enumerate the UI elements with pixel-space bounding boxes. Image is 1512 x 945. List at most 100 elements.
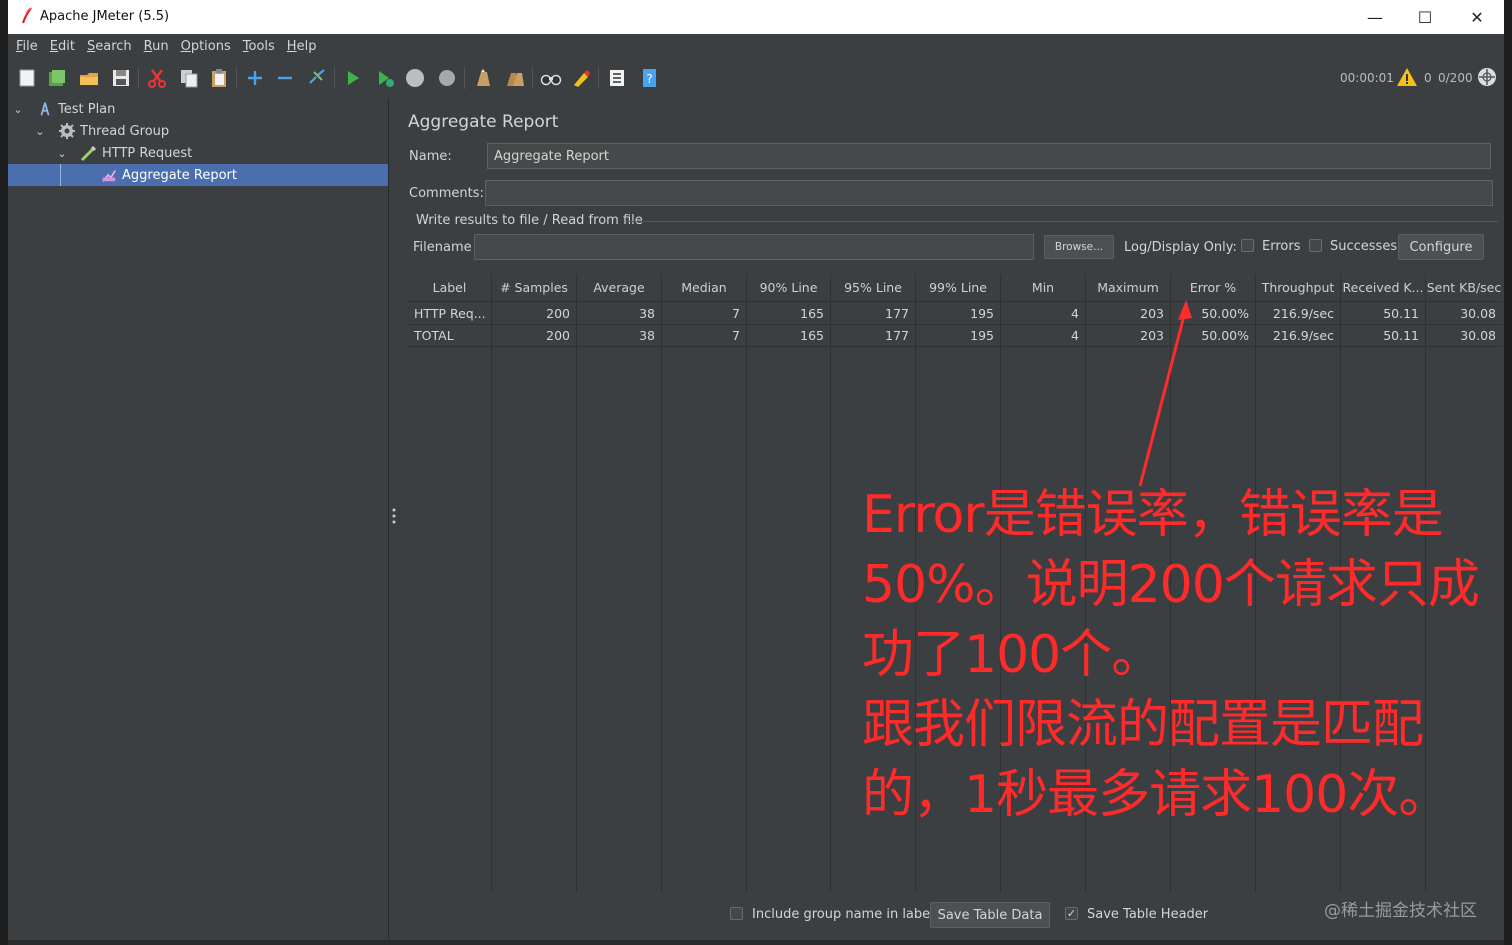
table-cell: 4 bbox=[1001, 324, 1086, 346]
filename-input[interactable] bbox=[474, 234, 1034, 260]
annotation-line: Error是错误率，错误率是 bbox=[862, 485, 1444, 545]
save-table-header-checkbox[interactable]: ✓ bbox=[1065, 907, 1078, 920]
left-edge-strip bbox=[0, 0, 8, 945]
comments-input[interactable] bbox=[485, 180, 1493, 206]
column-header[interactable]: Average bbox=[577, 274, 662, 302]
drag-handle-icon[interactable] bbox=[392, 508, 396, 524]
annotation-arrow-icon bbox=[1138, 300, 1192, 487]
maximize-button[interactable]: ☐ bbox=[1402, 0, 1448, 34]
window-title: Apache JMeter (5.5) bbox=[40, 9, 170, 24]
active-threads: 0/200 bbox=[1438, 71, 1473, 85]
tree-item-thread-group[interactable]: ⌄ Thread Group bbox=[8, 120, 388, 142]
column-header[interactable]: Received K... bbox=[1341, 274, 1426, 302]
menu-options-label: ptions bbox=[190, 38, 231, 54]
menu-search-mnemonic: S bbox=[86, 38, 96, 54]
successes-checkbox[interactable] bbox=[1309, 239, 1322, 252]
tree-item-test-plan[interactable]: ⌄ Test Plan bbox=[8, 98, 388, 120]
browse-button[interactable]: Browse... bbox=[1044, 235, 1114, 259]
menu-tools[interactable]: Tools bbox=[243, 39, 283, 54]
tree-item-label: HTTP Request bbox=[102, 145, 193, 161]
column-divider bbox=[491, 302, 492, 892]
column-header[interactable]: Min bbox=[1001, 274, 1086, 302]
copy-icon[interactable] bbox=[176, 64, 202, 92]
toolbar-separator bbox=[464, 67, 465, 89]
menu-file[interactable]: File bbox=[16, 39, 46, 54]
table-cell: HTTP Req... bbox=[408, 302, 492, 324]
reset-search-icon[interactable] bbox=[568, 64, 594, 92]
column-divider bbox=[576, 302, 577, 892]
menu-search-label: earch bbox=[95, 38, 132, 54]
column-header[interactable]: Sent KB/sec bbox=[1426, 274, 1502, 302]
start-no-pause-icon[interactable] bbox=[372, 64, 398, 92]
errors-checkbox[interactable] bbox=[1241, 239, 1254, 252]
remote-globe-icon[interactable] bbox=[1476, 66, 1498, 88]
close-button[interactable]: ✕ bbox=[1454, 0, 1500, 34]
chevron-down-icon[interactable]: ⌄ bbox=[12, 103, 24, 116]
shutdown-icon[interactable] bbox=[434, 64, 460, 92]
toggle-icon[interactable] bbox=[304, 64, 330, 92]
menu-edit[interactable]: Edit bbox=[50, 39, 83, 54]
svg-text:?: ? bbox=[646, 72, 652, 86]
cut-icon[interactable] bbox=[144, 64, 170, 92]
column-header[interactable]: Throughput bbox=[1256, 274, 1341, 302]
collapse-icon[interactable] bbox=[272, 64, 298, 92]
name-label: Name: bbox=[409, 149, 452, 164]
chart-icon bbox=[100, 166, 118, 184]
annotation-line: 功了100个。 bbox=[862, 625, 1163, 685]
expand-icon[interactable] bbox=[242, 64, 268, 92]
search-icon[interactable] bbox=[538, 64, 564, 92]
table-cell: 216.9/sec bbox=[1256, 324, 1341, 346]
menu-options-mnemonic: O bbox=[180, 38, 191, 54]
error-count: 0 bbox=[1424, 71, 1432, 85]
include-group-checkbox[interactable] bbox=[730, 907, 743, 920]
menu-help-mnemonic: H bbox=[286, 38, 297, 54]
chevron-down-icon[interactable]: ⌄ bbox=[34, 125, 46, 138]
chevron-down-icon[interactable]: ⌄ bbox=[56, 147, 68, 160]
tree-item-label: Aggregate Report bbox=[122, 167, 237, 183]
configure-button[interactable]: Configure bbox=[1398, 234, 1484, 260]
menu-run[interactable]: Run bbox=[144, 39, 177, 54]
table-cell: 177 bbox=[831, 302, 916, 324]
function-helper-icon[interactable] bbox=[604, 64, 630, 92]
tree-item-aggregate-report[interactable]: Aggregate Report bbox=[8, 164, 388, 186]
table-cell: 38 bbox=[577, 302, 662, 324]
menu-search[interactable]: Search bbox=[87, 39, 140, 54]
jmeter-feather-icon bbox=[21, 7, 32, 24]
save-icon[interactable] bbox=[108, 64, 134, 92]
annotation-line: 的，1秒最多请求100次。 bbox=[862, 765, 1450, 825]
column-header[interactable]: # Samples bbox=[492, 274, 577, 302]
menu-options[interactable]: Options bbox=[181, 39, 239, 54]
column-header[interactable]: 90% Line bbox=[747, 274, 831, 302]
start-icon[interactable] bbox=[340, 64, 366, 92]
warning-icon[interactable] bbox=[1396, 66, 1418, 88]
table-cell: 7 bbox=[662, 302, 747, 324]
menu-help[interactable]: Help bbox=[287, 39, 325, 54]
new-icon[interactable] bbox=[14, 64, 40, 92]
name-input[interactable] bbox=[487, 143, 1491, 169]
templates-icon[interactable] bbox=[44, 64, 70, 92]
test-plan-tree: ⌄ Test Plan ⌄ Thread Group ⌄ HTTP Reques… bbox=[8, 98, 388, 940]
column-header[interactable]: 99% Line bbox=[916, 274, 1001, 302]
stop-icon[interactable] bbox=[402, 64, 428, 92]
column-header[interactable]: Median bbox=[662, 274, 747, 302]
table-cell: 50.11 bbox=[1341, 324, 1426, 346]
column-header[interactable]: 95% Line bbox=[831, 274, 916, 302]
clear-icon[interactable] bbox=[470, 64, 496, 92]
successes-label: Successes bbox=[1330, 239, 1398, 254]
table-cell: 195 bbox=[916, 324, 1001, 346]
menu-run-label: un bbox=[152, 38, 169, 54]
row-divider bbox=[408, 346, 1502, 347]
menu-file-label: ile bbox=[22, 38, 38, 54]
clear-all-icon[interactable] bbox=[502, 64, 528, 92]
paste-icon[interactable] bbox=[206, 64, 232, 92]
column-header[interactable]: Label bbox=[408, 274, 492, 302]
help-icon[interactable]: ? bbox=[636, 64, 662, 92]
gear-icon bbox=[58, 122, 76, 140]
table-cell: 50.11 bbox=[1341, 302, 1426, 324]
save-table-data-button[interactable]: Save Table Data bbox=[930, 902, 1050, 928]
menu-run-mnemonic: R bbox=[143, 38, 153, 54]
tree-item-http-request[interactable]: ⌄ HTTP Request bbox=[8, 142, 388, 164]
table-cell: 7 bbox=[662, 324, 747, 346]
open-icon[interactable] bbox=[76, 64, 102, 92]
minimize-button[interactable]: — bbox=[1352, 0, 1398, 34]
